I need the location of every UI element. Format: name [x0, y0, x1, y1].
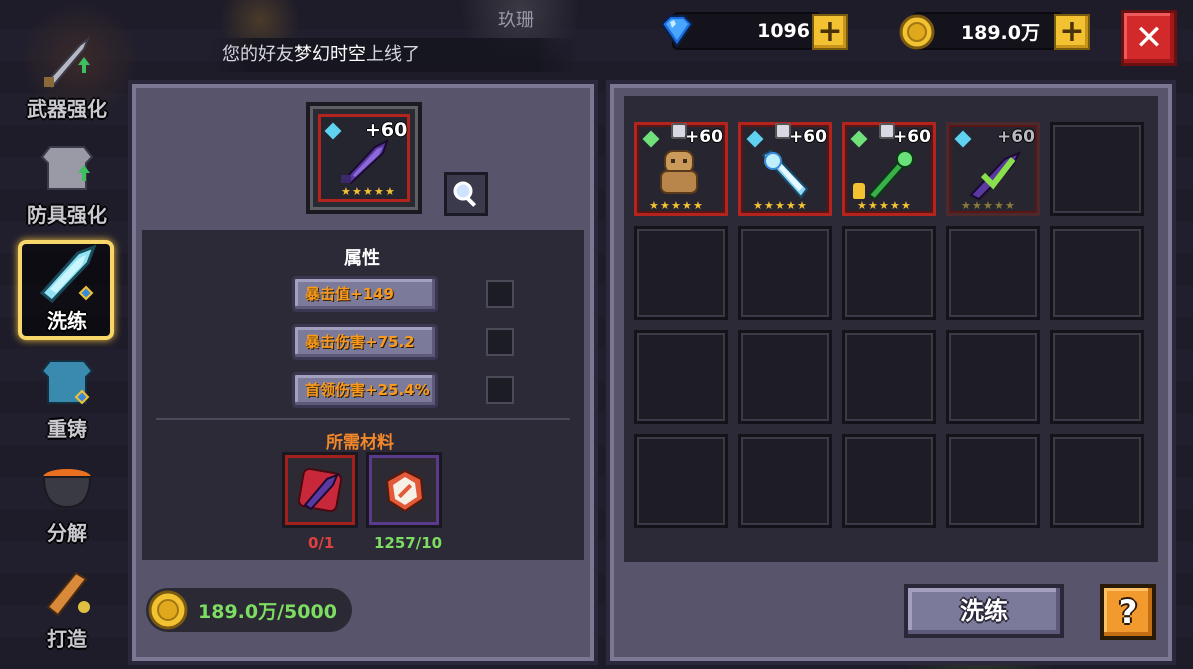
magnifier-icon [453, 181, 477, 207]
lock-icon [853, 183, 865, 199]
gold-coin-icon [148, 590, 188, 630]
gem-tag-icon [642, 130, 660, 148]
inventory-slot[interactable] [634, 330, 728, 424]
add-gold-button[interactable]: + [1054, 14, 1090, 50]
gem-tag-icon [954, 130, 972, 148]
ice-crystal-sword-icon [757, 147, 817, 205]
sidebar-item-label: 重铸 [47, 417, 87, 441]
inventory-slot[interactable] [946, 434, 1040, 528]
selected-item-stars: ★ ★ ★ ★ ★ [341, 185, 395, 198]
item-stars: ★ ★ ★ ★ ★ [753, 199, 807, 212]
help-button[interactable]: ? [1100, 584, 1156, 640]
attribute-crit-value: 暴击值+149 [292, 276, 438, 312]
inventory-slot[interactable] [842, 434, 936, 528]
inventory-slot[interactable] [1050, 122, 1144, 216]
sidebar-item-label: 防具强化 [27, 203, 107, 227]
gold-amount: 189.0万 [960, 21, 1040, 44]
attribute-crit-damage: 暴击伤害+75.2 [292, 324, 438, 360]
inventory-slot[interactable] [738, 330, 832, 424]
inventory-slot[interactable] [946, 330, 1040, 424]
notice-friend-name: 梦幻时空 [294, 44, 366, 65]
question-icon: ? [1118, 593, 1138, 631]
selected-item-card: +60 ★ ★ ★ ★ ★ [318, 114, 410, 202]
purple-sword-material-icon [295, 465, 345, 519]
inventory-item[interactable]: +60 ★ ★ ★ ★ ★ [634, 122, 728, 216]
item-level: +60 [997, 127, 1035, 147]
cauldron-icon [32, 455, 102, 517]
blue-armor-icon [32, 351, 102, 413]
sidebar-item-label: 洗练 [47, 309, 87, 333]
green-staff-icon [861, 147, 921, 205]
item-stars: ★ ★ ★ ★ ★ [961, 199, 1015, 212]
inventory-slot[interactable] [1050, 434, 1144, 528]
gem-amount: 1096 [757, 20, 810, 42]
inventory-slot[interactable] [842, 226, 936, 320]
inventory-item[interactable]: +60 ★ ★ ★ ★ ★ [946, 122, 1040, 216]
blue-crystal-sword-icon [32, 243, 102, 305]
inventory-slot[interactable] [1050, 226, 1144, 320]
attributes-title: 属性 [344, 248, 380, 269]
materials-title: 所需材料 [326, 433, 394, 453]
purple-sword-icon [339, 139, 391, 189]
sword-up-icon [32, 31, 102, 93]
inventory-slot[interactable] [738, 226, 832, 320]
close-button[interactable]: ✕ [1121, 10, 1177, 66]
material-count-2: 1257/10 [374, 534, 443, 552]
item-level: +60 [685, 127, 723, 147]
lock-attribute-checkbox-2[interactable] [486, 328, 514, 356]
sidebar-item-label: 打造 [47, 627, 87, 651]
section-divider [156, 418, 570, 420]
item-level: +60 [893, 127, 931, 147]
refine-cost: 189.0万/5000 [146, 588, 352, 632]
gold-coin-icon [898, 13, 936, 55]
sidebar-item-refine[interactable]: 洗练 [12, 234, 122, 334]
cookie-figure-icon [653, 147, 705, 201]
gem-tag-icon [324, 122, 342, 140]
sidebar-item-armor-upgrade[interactable]: 防具强化 [12, 128, 122, 228]
lock-attribute-checkbox-3[interactable] [486, 376, 514, 404]
friend-online-notice: 您的好友梦幻时空上线了 [210, 38, 580, 72]
material-slot-1[interactable] [282, 452, 358, 528]
refine-cost-amount: 189.0万/5000 [198, 600, 337, 623]
sidebar-item-dismantle[interactable]: 分解 [12, 446, 122, 546]
player-name-tag: 玖珊 [498, 10, 534, 31]
attribute-boss-damage: 首领伤害+25.4% [292, 372, 438, 408]
close-icon: ✕ [1134, 18, 1164, 58]
inspect-button[interactable] [444, 172, 488, 216]
gem-tag-icon [746, 130, 764, 148]
refine-stone-icon [383, 469, 427, 517]
selected-item-level: +60 [365, 119, 408, 141]
notice-prefix: 您的好友 [222, 44, 294, 65]
add-gems-button[interactable]: + [812, 14, 848, 50]
inventory-slot[interactable] [946, 226, 1040, 320]
inventory-slot[interactable] [1050, 330, 1144, 424]
sidebar-item-label: 武器强化 [27, 97, 107, 121]
inventory-slot[interactable] [842, 330, 936, 424]
forge-hammer-icon [32, 561, 102, 623]
sidebar-item-recast[interactable]: 重铸 [12, 342, 122, 442]
sidebar-item-forge[interactable]: 打造 [12, 552, 122, 652]
item-stars: ★ ★ ★ ★ ★ [649, 199, 703, 212]
item-stars: ★ ★ ★ ★ ★ [857, 199, 911, 212]
purple-sword-icon [965, 147, 1025, 205]
notice-suffix: 上线了 [366, 44, 420, 65]
item-level: +60 [789, 127, 827, 147]
lock-attribute-checkbox-1[interactable] [486, 280, 514, 308]
gem-tag-icon [850, 130, 868, 148]
sidebar-item-weapon-upgrade[interactable]: 武器强化 [12, 22, 122, 122]
material-count-1: 0/1 [308, 534, 335, 552]
inventory-slot[interactable] [634, 434, 728, 528]
inventory-item[interactable]: +60 ★ ★ ★ ★ ★ [738, 122, 832, 216]
selected-item-slot[interactable]: +60 ★ ★ ★ ★ ★ [306, 102, 422, 214]
inventory-slot[interactable] [738, 434, 832, 528]
sidebar-item-label: 分解 [47, 521, 87, 545]
armor-up-icon [32, 137, 102, 199]
refine-button[interactable]: 洗练 [904, 584, 1064, 638]
inventory-slot[interactable] [634, 226, 728, 320]
inventory-item[interactable]: +60 ★ ★ ★ ★ ★ [842, 122, 936, 216]
material-slot-2[interactable] [366, 452, 442, 528]
blue-diamond-icon [658, 12, 696, 54]
